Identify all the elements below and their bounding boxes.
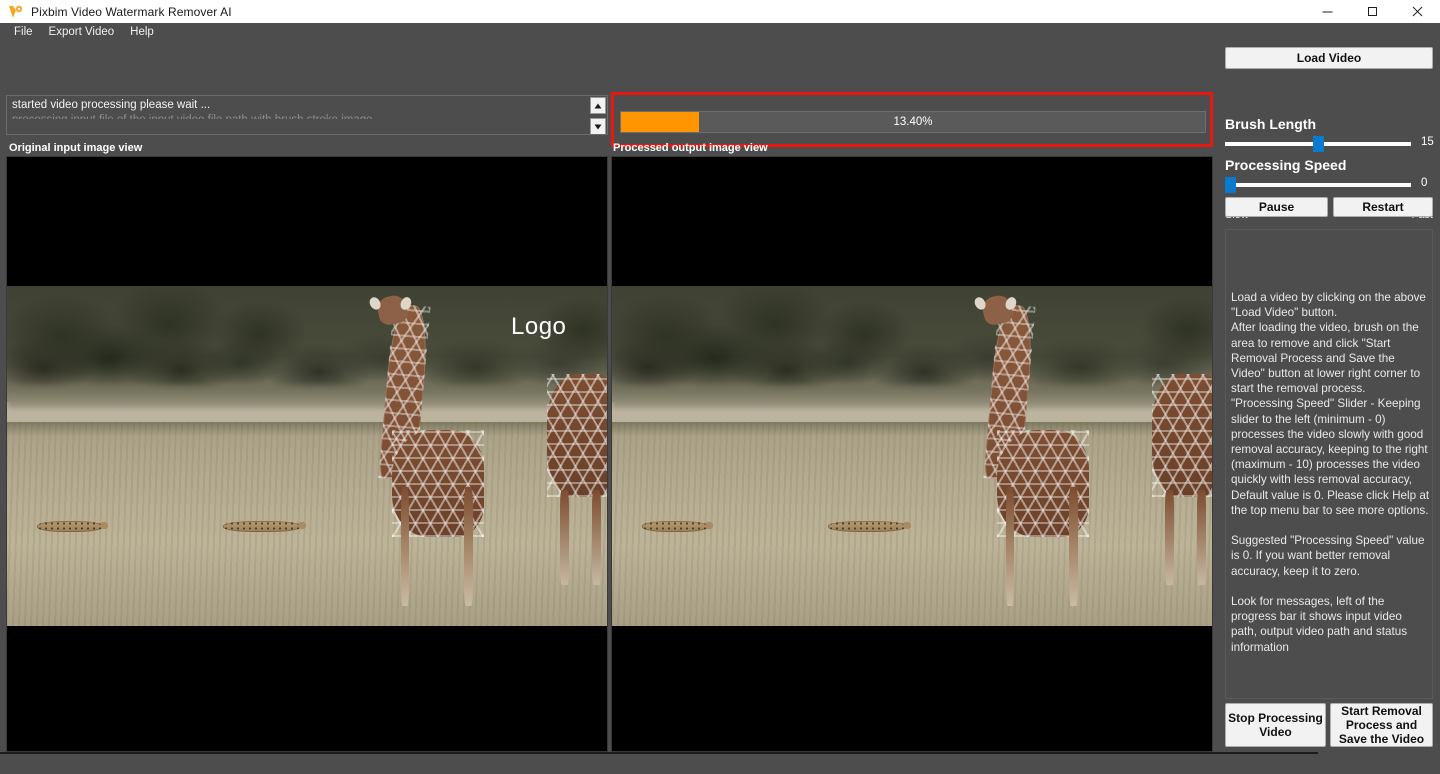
cheetah-right [828, 520, 911, 533]
bottom-divider [0, 752, 1318, 754]
scroll-up-arrow-icon[interactable] [590, 97, 606, 114]
window-controls [1305, 0, 1440, 23]
scroll-down-arrow-icon[interactable] [590, 118, 606, 134]
brush-length-slider[interactable]: 15 [1225, 136, 1440, 152]
giraffe-leg [463, 486, 473, 606]
giraffe-leg [400, 486, 410, 606]
brush-length-slider-thumb[interactable] [1313, 136, 1324, 152]
processing-speed-heading: Processing Speed [1225, 157, 1347, 173]
status-message-box[interactable]: started video processing please wait ...… [6, 95, 608, 135]
menu-bar: File Export Video Help [0, 23, 1440, 42]
restart-button[interactable]: Restart [1333, 197, 1433, 217]
giraffe-leg [1068, 486, 1078, 606]
progress-bar-highlight: 13.40% [611, 92, 1213, 147]
processing-speed-slider-thumb[interactable] [1225, 177, 1236, 193]
processed-video-frame [612, 286, 1212, 626]
giraffe-partial-leg [591, 490, 601, 586]
cheetah-head [903, 521, 911, 529]
bottom-bar [0, 752, 1440, 774]
start-removal-process-button[interactable]: Start Removal Process and Save the Video [1330, 703, 1433, 747]
original-view-label: Original input image view [9, 142, 143, 154]
brush-length-heading: Brush Length [1225, 116, 1316, 132]
giraffe-partial [1152, 374, 1212, 586]
status-message-line-1: started video processing please wait ... [12, 99, 211, 111]
cheetah-left [37, 520, 108, 533]
pause-button[interactable]: Pause [1225, 197, 1328, 217]
load-video-button[interactable]: Load Video [1225, 47, 1433, 69]
minimize-icon[interactable] [1305, 0, 1350, 23]
giraffe-partial-body [1152, 374, 1212, 497]
processed-output-image-view[interactable] [611, 156, 1213, 752]
start-removal-process-label: Start Removal Process and Save the Video [1338, 704, 1425, 746]
stop-processing-video-button[interactable]: Stop Processing Video [1225, 703, 1326, 747]
status-message-line-2: processing input file of the input video… [7, 111, 607, 119]
processed-view-label: Processed output image view [613, 142, 768, 154]
stop-processing-video-label: Stop Processing Video [1228, 711, 1323, 739]
title-bar: Pixbim Video Watermark Remover AI [0, 0, 1440, 23]
window-title: Pixbim Video Watermark Remover AI [31, 4, 232, 19]
shrub [816, 299, 912, 368]
cheetah-head [705, 521, 713, 529]
giraffe-partial-body [547, 374, 607, 497]
close-icon[interactable] [1395, 0, 1440, 23]
logo-watermark: Logo [511, 313, 567, 341]
help-instructions-text: Load a video by clicking on the above "L… [1231, 291, 1430, 654]
giraffe [343, 293, 487, 606]
maximize-icon[interactable] [1350, 0, 1395, 23]
progress-percent-label: 13.40% [893, 116, 933, 128]
original-input-image-view[interactable]: Logo [6, 156, 608, 752]
giraffe [948, 293, 1092, 606]
menu-item-export-video[interactable]: Export Video [41, 23, 123, 42]
processing-speed-slider[interactable]: 0 [1225, 177, 1440, 193]
cheetah-left [642, 520, 713, 533]
processing-speed-slider-track [1225, 183, 1411, 187]
cheetah-head [100, 521, 108, 529]
giraffe-partial-leg [559, 490, 570, 586]
giraffe-partial-leg [1164, 490, 1175, 586]
application-window: Pixbim Video Watermark Remover AI File E… [0, 0, 1440, 774]
giraffe-leg [1005, 486, 1015, 606]
original-video-frame: Logo [7, 286, 607, 626]
cheetah-right [223, 520, 306, 533]
message-scrollbar[interactable] [590, 97, 606, 134]
pixbim-v-logo-icon [5, 0, 27, 23]
help-instructions-panel: Load a video by clicking on the above "L… [1225, 229, 1433, 699]
processing-speed-value: 0 [1421, 177, 1428, 189]
giraffe-partial [547, 374, 607, 586]
toolbar: Need another frame to brush on the text/… [0, 42, 1218, 132]
shrub [211, 299, 307, 368]
right-sidebar: Load Video Brush Length 15 Processing Sp… [1218, 42, 1440, 752]
menu-item-file[interactable]: File [6, 23, 41, 42]
giraffe-partial-leg [1196, 490, 1206, 586]
menu-item-help[interactable]: Help [122, 23, 162, 42]
brush-length-value: 15 [1421, 136, 1434, 148]
progress-bar: 13.40% [620, 111, 1206, 133]
cheetah-head [298, 521, 306, 529]
